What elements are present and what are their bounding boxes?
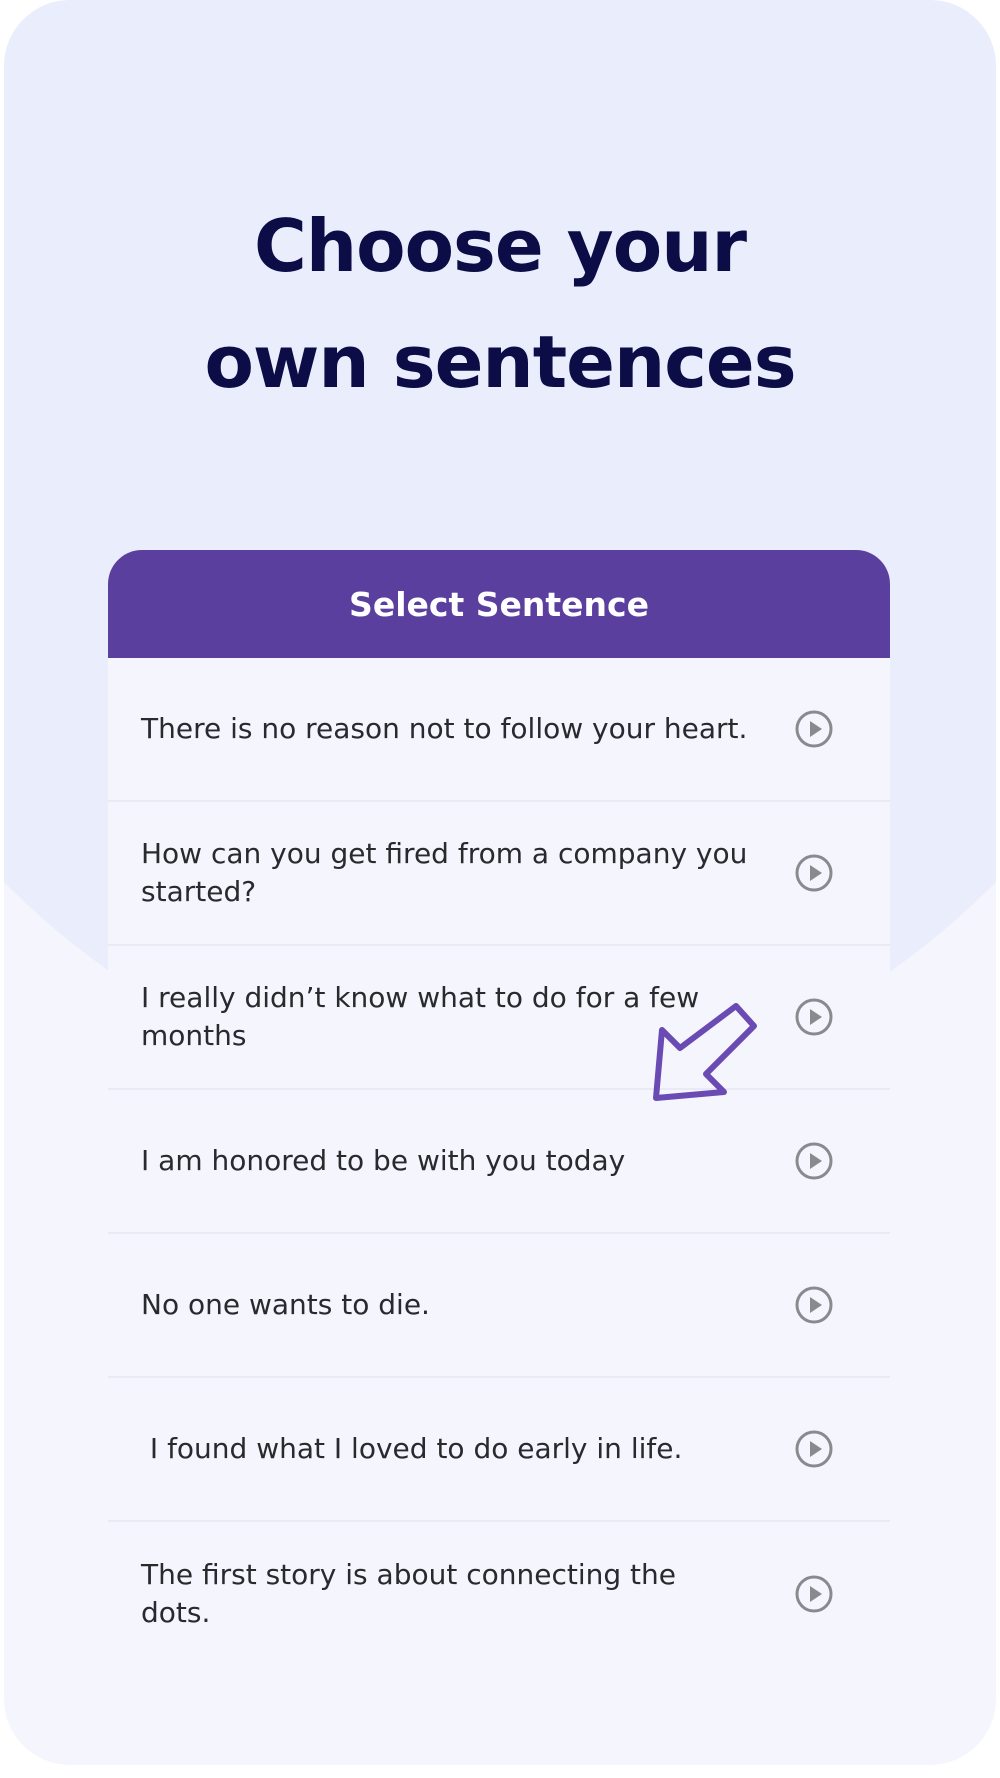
sentence-text: How can you get fired from a company you… [141,837,757,908]
play-circle-icon[interactable] [794,709,834,749]
sentence-text: The first story is about connecting the … [141,1558,685,1629]
sentence-item-1[interactable]: There is no reason not to follow your he… [108,658,890,802]
app-screen: Choose your own sentences Select Sentenc… [4,0,996,1765]
card-header: Select Sentence [108,550,890,658]
sentence-item-6[interactable]: I found what I loved to do early in life… [108,1378,890,1522]
sentence-text: There is no reason not to follow your he… [141,712,748,745]
sentence-text: I found what I loved to do early in life… [141,1432,683,1465]
page-title-line-2: own sentences [204,320,796,404]
sentence-item-7[interactable]: The first story is about connecting the … [108,1522,890,1666]
play-circle-icon[interactable] [794,997,834,1037]
sentence-card: Select Sentence There is no reason not t… [108,550,890,1666]
page-title: Choose your own sentences [4,188,996,420]
card-title: Select Sentence [349,584,649,624]
sentence-item-4[interactable]: I am honored to be with you today [108,1090,890,1234]
sentence-text: I am honored to be with you today [141,1144,626,1177]
sentence-text: No one wants to die. [141,1288,430,1321]
page-title-line-1: Choose your [254,204,747,288]
arrow-down-left-icon [653,1003,757,1101]
play-circle-icon[interactable] [794,1141,834,1181]
sentence-item-5[interactable]: No one wants to die. [108,1234,890,1378]
sentence-list: There is no reason not to follow your he… [108,658,890,1666]
play-circle-icon[interactable] [794,1285,834,1325]
play-circle-icon[interactable] [794,1429,834,1469]
sentence-item-3[interactable]: I really didn’t know what to do for a fe… [108,946,890,1090]
sentence-item-2[interactable]: How can you get fired from a company you… [108,802,890,946]
play-circle-icon[interactable] [794,1574,834,1614]
play-circle-icon[interactable] [794,853,834,893]
